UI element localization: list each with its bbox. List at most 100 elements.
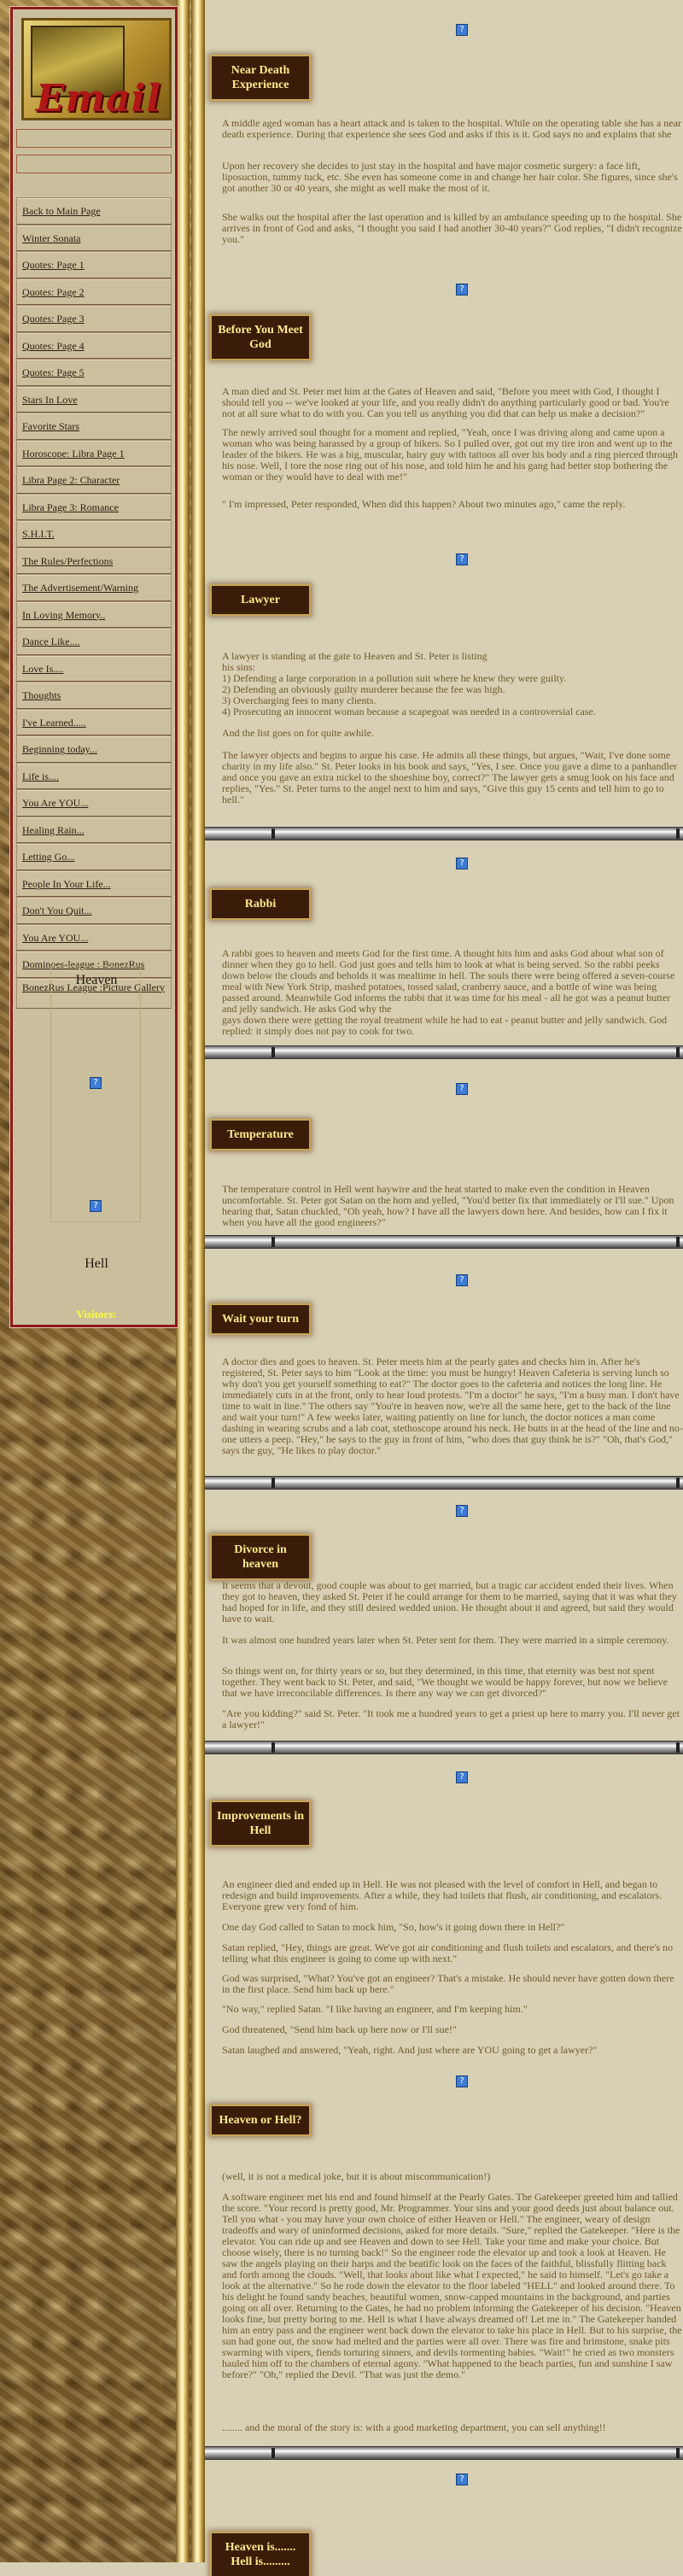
question-icon[interactable]: ? — [456, 1080, 468, 1095]
section-heaven-or-hell: ? Heaven or Hell? (well, it is not a med… — [205, 2067, 683, 2485]
nav-item[interactable]: In Loving Memory.. — [16, 600, 172, 628]
section-title: Divorce in heaven — [212, 1536, 309, 1578]
section-paragraph: A middle aged woman has a heart attack a… — [222, 118, 681, 140]
nav-item[interactable]: Letting Go... — [16, 843, 172, 870]
divider-bar — [205, 2446, 683, 2460]
section-near-death: ? Near Death Experience A middle aged wo… — [205, 0, 683, 265]
section-title: Improvements in Hell — [212, 1802, 309, 1845]
section-paragraph: The temperature control in Hell went hay… — [222, 1184, 674, 1228]
section-title: Heaven is....... Hell is......... — [212, 2533, 309, 2576]
section-paragraph: She walks out the hospital after the las… — [222, 212, 682, 245]
gold-border-right — [191, 0, 205, 2562]
logo-text: Email — [36, 77, 162, 120]
nav-item[interactable]: Back to Main Page — [16, 197, 172, 225]
nav-item[interactable]: The Advertisement/Warning — [16, 574, 172, 601]
section-title: Near Death Experience — [212, 56, 309, 99]
section-paragraph: ........ and the moral of the story is: … — [222, 2422, 606, 2433]
sidebar: Email Back to Main Page Winter Sonata Qu… — [9, 6, 178, 1328]
nav-item[interactable]: You Are YOU... — [16, 923, 172, 951]
section-title: Rabbi — [212, 890, 309, 918]
section-title: Temperature — [212, 1121, 309, 1149]
divider-bar — [205, 827, 683, 840]
divider-bar — [205, 1045, 683, 1059]
nav-item[interactable]: Life is.... — [16, 762, 172, 789]
section-paragraph: And the list goes on for quite awhile. — [222, 728, 374, 739]
email-logo[interactable]: Email — [21, 18, 172, 120]
section-heaven-is: Heaven is....... Hell is......... — [205, 2485, 683, 2576]
section-paragraph: It seems that a devout, good couple was … — [222, 1580, 677, 1625]
nav-item[interactable]: Horoscope: Libra Page 1 — [16, 439, 172, 466]
nav-item[interactable]: Quotes: Page 5 — [16, 359, 172, 386]
nav-item[interactable]: S.H.I.T. — [16, 520, 172, 547]
section-paragraph: One day God called to Satan to mock him,… — [222, 1922, 565, 1933]
question-icon[interactable]: ? — [90, 1197, 102, 1212]
section-paragraph: It was almost one hundred years later wh… — [222, 1635, 669, 1646]
section-paragraph: An engineer died and ended up in Hell. H… — [222, 1879, 663, 1912]
question-icon[interactable]: ? — [90, 1074, 102, 1089]
nav-item[interactable]: Favorite Stars — [16, 413, 172, 440]
section-paragraph: A man died and St. Peter met him at the … — [222, 386, 669, 419]
section-title: Before You Meet God — [212, 316, 309, 359]
nav-item[interactable]: Quotes: Page 4 — [16, 331, 172, 359]
nav-menu: Back to Main Page Winter Sonata Quotes: … — [16, 197, 172, 1009]
question-icon[interactable]: ? — [456, 2072, 468, 2087]
section-divorce: ? Divorce in heaven It seems that a devo… — [205, 1495, 683, 1759]
section-paragraph: God threatened, "Send him back up here n… — [222, 2024, 457, 2035]
question-icon[interactable]: ? — [456, 1768, 468, 1783]
section-paragraph: A doctor dies and goes to heaven. St. Pe… — [222, 1356, 683, 1456]
section-wait-your-turn: ? Wait your turn A doctor dies and goes … — [205, 1262, 683, 1495]
question-icon[interactable]: ? — [456, 1502, 468, 1517]
question-icon[interactable]: ? — [456, 854, 468, 869]
divider-bar — [205, 1741, 683, 1754]
nav-item[interactable]: Love Is.... — [16, 654, 172, 682]
section-improvements: ? Improvements in Hell An engineer died … — [205, 1759, 683, 2086]
nav-item[interactable]: You Are YOU... — [16, 789, 172, 817]
question-icon[interactable]: ? — [456, 20, 468, 36]
question-icon[interactable]: ? — [456, 1271, 468, 1286]
section-lawyer: ? Lawyer A lawyer is standing at the gat… — [205, 545, 683, 846]
section-paragraph: The lawyer objects and begins to argue h… — [222, 750, 678, 805]
nav-item[interactable]: Quotes: Page 2 — [16, 278, 172, 305]
nav-item[interactable]: Dance Like.... — [16, 628, 172, 655]
section-paragraph: A software engineer met his end and foun… — [222, 2192, 682, 2380]
divider-bar — [205, 1235, 683, 1249]
nav-item[interactable]: Winter Sonata — [16, 224, 172, 251]
question-icon[interactable]: ? — [456, 550, 468, 565]
nav-item[interactable]: Thoughts — [16, 682, 172, 709]
nav-item[interactable]: Quotes: Page 1 — [16, 251, 172, 278]
nav-item[interactable]: Stars In Love — [16, 385, 172, 413]
heaven-frame — [50, 966, 141, 1222]
nav-item[interactable]: Libra Page 3: Romance — [16, 493, 172, 520]
divider-bar — [205, 1476, 683, 1490]
nav-item[interactable]: The Rules/Perfections — [16, 547, 172, 574]
section-rabbi: ? Rabbi A rabbi goes to heaven and meets… — [205, 846, 683, 1064]
section-before-god: ? Before You Meet God A man died and St.… — [205, 272, 683, 545]
section-paragraph: Satan replied, "Hey, things are great. W… — [222, 1942, 674, 1964]
question-icon[interactable]: ? — [456, 280, 468, 296]
section-paragraph: Satan laughed and answered, "Yeah, right… — [222, 2045, 598, 2056]
nav-item[interactable]: Quotes: Page 3 — [16, 305, 172, 332]
nav-item[interactable]: Don't You Quit... — [16, 897, 172, 924]
section-paragraph: God was surprised, "What? You've got an … — [222, 1973, 674, 1995]
section-paragraph: Upon her recovery she decides to just st… — [222, 161, 678, 194]
nav-item[interactable]: Healing Rain... — [16, 816, 172, 843]
section-paragraph: So things went on, for thirty years or s… — [222, 1666, 668, 1699]
section-paragraph: " I'm impressed, Peter responded, When d… — [222, 499, 626, 510]
section-paragraph: "Are you kidding?" said St. Peter. "It t… — [222, 1708, 680, 1730]
section-paragraph: A lawyer is standing at the gate to Heav… — [222, 651, 596, 717]
section-paragraph: The newly arrived soul thought for a mom… — [222, 427, 679, 483]
section-title: Wait your turn — [212, 1305, 309, 1333]
hell-heading: Hell — [85, 1256, 108, 1271]
sidebar-spacer — [16, 155, 172, 173]
visitor-counter-label: Visitors: — [76, 1308, 117, 1320]
nav-item[interactable]: People In Your Life... — [16, 869, 172, 897]
section-temperature: ? Temperature The temperature control in… — [205, 1064, 683, 1262]
section-paragraph: (well, it is not a medical joke, but it … — [222, 2171, 491, 2182]
section-paragraph: A rabbi goes to heaven and meets God for… — [222, 948, 675, 1037]
nav-item[interactable]: I've Learned..... — [16, 708, 172, 735]
nav-item[interactable]: Libra Page 2: Character — [16, 466, 172, 494]
nav-item[interactable]: Beginning today... — [16, 735, 172, 763]
sidebar-spacer — [16, 129, 172, 148]
question-icon[interactable]: ? — [456, 2470, 468, 2485]
section-paragraph: "No way," replied Satan. "I like having … — [222, 2004, 528, 2015]
